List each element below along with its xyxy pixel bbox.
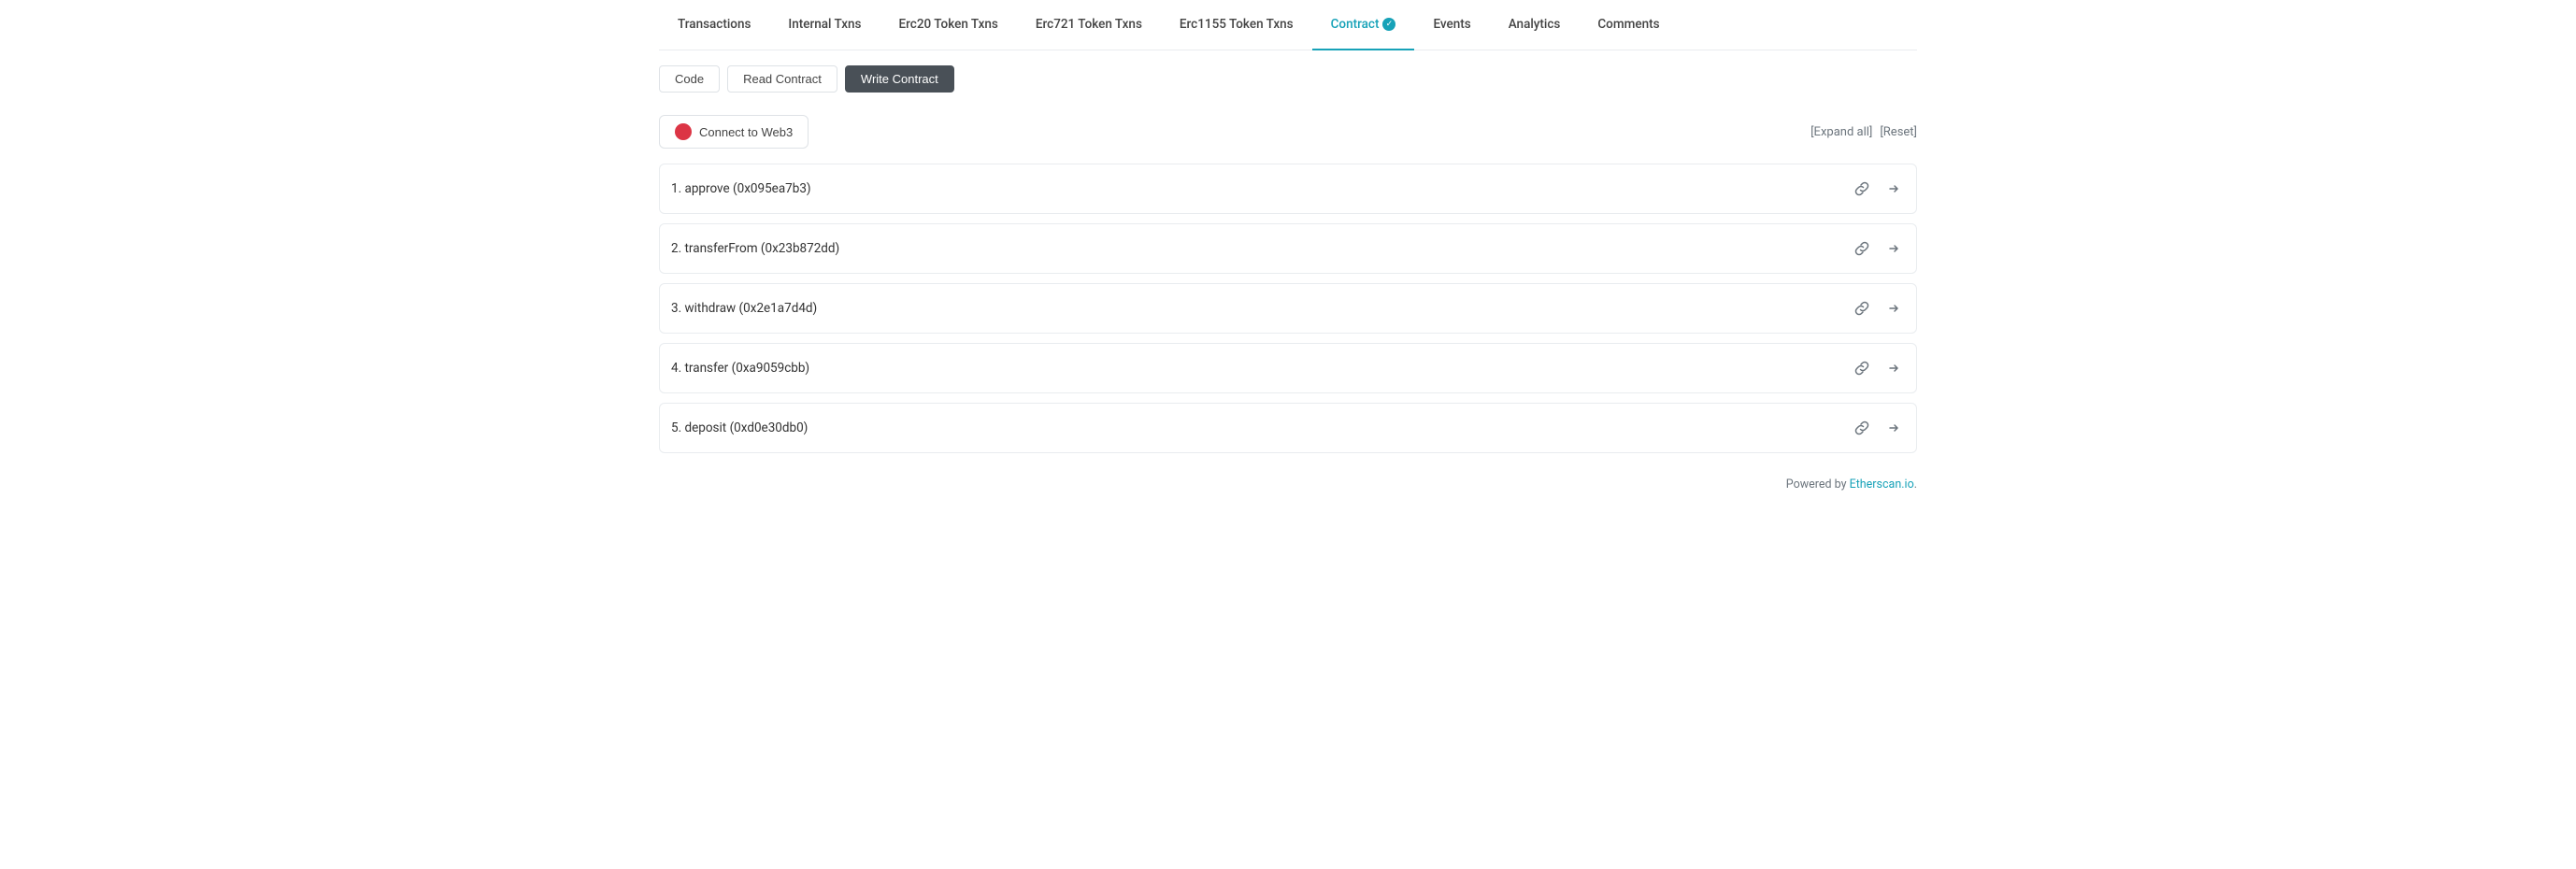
contract-item: 4. transfer (0xa9059cbb) [659, 343, 1917, 393]
connect-icon [675, 123, 692, 140]
expand-all-link[interactable]: [Expand all] [1810, 125, 1872, 139]
contract-item-label: 1. approve (0x095ea7b3) [671, 181, 811, 196]
tab-nav: Transactions Internal Txns Erc20 Token T… [659, 0, 1917, 50]
arrow-icon-button-5[interactable] [1882, 419, 1905, 437]
read-contract-button[interactable]: Read Contract [727, 65, 837, 93]
footer-suffix: . [1914, 477, 1917, 491]
tab-comments[interactable]: Comments [1579, 0, 1678, 50]
contract-item-actions [1851, 359, 1905, 378]
link-icon-button-3[interactable] [1851, 299, 1873, 318]
verified-icon: ✓ [1382, 18, 1395, 31]
contract-item: 5. deposit (0xd0e30db0) [659, 403, 1917, 453]
code-button[interactable]: Code [659, 65, 720, 93]
tab-erc1155-token-txns[interactable]: Erc1155 Token Txns [1161, 0, 1312, 50]
sub-buttons: Code Read Contract Write Contract [659, 50, 1917, 104]
reset-link[interactable]: [Reset] [1880, 125, 1917, 139]
arrow-right-icon [1886, 420, 1901, 435]
arrow-right-icon [1886, 361, 1901, 376]
arrow-right-icon [1886, 181, 1901, 196]
contract-item-label: 2. transferFrom (0x23b872dd) [671, 241, 839, 256]
tab-internal-txns[interactable]: Internal Txns [769, 0, 880, 50]
etherscan-link[interactable]: Etherscan.io [1850, 477, 1914, 491]
powered-by-text: Powered by [1786, 477, 1850, 491]
tab-contract[interactable]: Contract ✓ [1312, 0, 1415, 50]
contract-item-actions [1851, 419, 1905, 437]
contract-item-label: 4. transfer (0xa9059cbb) [671, 361, 809, 376]
connect-bar: Connect to Web3 [Expand all] [Reset] [659, 104, 1917, 164]
link-icon [1854, 361, 1869, 376]
link-icon [1854, 241, 1869, 256]
arrow-icon-button-4[interactable] [1882, 359, 1905, 378]
write-contract-button[interactable]: Write Contract [845, 65, 954, 93]
contract-item-actions [1851, 299, 1905, 318]
arrow-icon-button-2[interactable] [1882, 239, 1905, 258]
tab-analytics[interactable]: Analytics [1490, 0, 1580, 50]
arrow-right-icon [1886, 301, 1901, 316]
tab-erc20-token-txns[interactable]: Erc20 Token Txns [880, 0, 1017, 50]
contract-item-actions [1851, 239, 1905, 258]
link-icon [1854, 181, 1869, 196]
link-icon-button-1[interactable] [1851, 179, 1873, 198]
connect-label: Connect to Web3 [699, 125, 793, 139]
link-icon-button-4[interactable] [1851, 359, 1873, 378]
tab-transactions[interactable]: Transactions [659, 0, 769, 50]
contract-item: 1. approve (0x095ea7b3) [659, 164, 1917, 214]
contract-item-label: 5. deposit (0xd0e30db0) [671, 420, 808, 435]
link-icon-button-5[interactable] [1851, 419, 1873, 437]
link-icon-button-2[interactable] [1851, 239, 1873, 258]
tab-erc721-token-txns[interactable]: Erc721 Token Txns [1017, 0, 1161, 50]
tab-events[interactable]: Events [1414, 0, 1489, 50]
contract-item-actions [1851, 179, 1905, 198]
arrow-icon-button-3[interactable] [1882, 299, 1905, 318]
contract-list: 1. approve (0x095ea7b3) 2. transferFrom … [659, 164, 1917, 463]
arrow-right-icon [1886, 241, 1901, 256]
contract-item: 3. withdraw (0x2e1a7d4d) [659, 283, 1917, 334]
connect-web3-button[interactable]: Connect to Web3 [659, 115, 809, 149]
contract-item-label: 3. withdraw (0x2e1a7d4d) [671, 301, 817, 316]
action-links: [Expand all] [Reset] [1810, 125, 1917, 139]
tab-contract-label: Contract [1331, 17, 1380, 32]
contract-item: 2. transferFrom (0x23b872dd) [659, 223, 1917, 274]
footer: Powered by Etherscan.io. [659, 463, 1917, 499]
arrow-icon-button-1[interactable] [1882, 179, 1905, 198]
link-icon [1854, 420, 1869, 435]
link-icon [1854, 301, 1869, 316]
